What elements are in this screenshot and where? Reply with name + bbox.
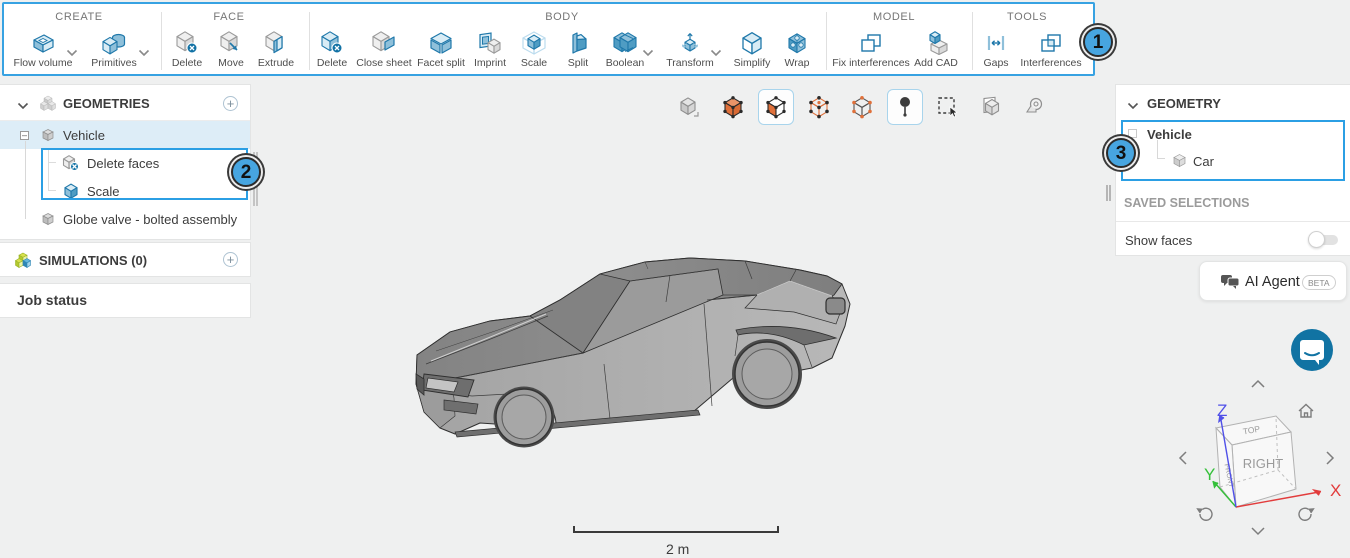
svg-text:X: X xyxy=(1330,481,1341,500)
svg-text:RIGHT: RIGHT xyxy=(1243,456,1284,471)
svg-text:Z: Z xyxy=(1217,401,1227,420)
svg-text:Y: Y xyxy=(1204,465,1215,484)
